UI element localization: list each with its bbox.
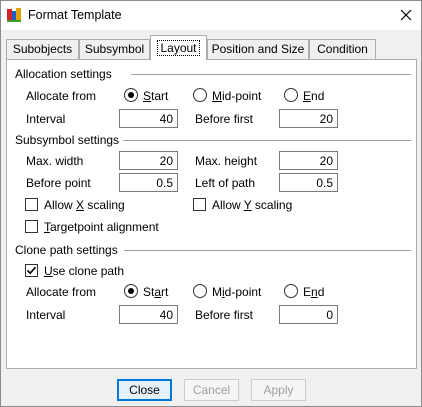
interval-label: Interval [26,112,66,126]
left-of-path-label: Left of path [195,176,256,190]
tab-bar: Subobjects Subsymbol Layout Position and… [6,35,416,60]
before-point-input[interactable] [119,173,178,192]
interval-input[interactable] [119,109,178,128]
clone-start-radio[interactable] [124,284,138,298]
tab-label: Layout [157,40,200,56]
checkmark-icon [26,266,37,275]
before-point-label: Before point [26,176,91,190]
close-icon[interactable] [393,3,419,27]
max-height-label: Max. height [195,154,258,168]
clone-midpoint-label[interactable]: Mid-point [212,285,261,299]
left-of-path-input[interactable] [279,173,338,192]
section-divider [124,250,411,251]
allow-x-scaling-checkbox[interactable] [25,198,38,211]
allocation-start-radio[interactable] [124,88,138,102]
tab-label: Position and Size [211,42,305,56]
allocation-end-radio[interactable] [284,88,298,102]
format-template-dialog: Format Template Subobjects Subsymbol Lay… [0,0,422,407]
allocate-from-label: Allocate from [26,89,97,103]
allow-x-scaling-label[interactable]: Allow X scaling [44,198,125,212]
max-width-label: Max. width [26,154,84,168]
clone-interval-input[interactable] [119,305,178,324]
targetpoint-alignment-checkbox[interactable] [25,220,38,233]
use-clone-path-label[interactable]: Use clone path [44,264,124,278]
tab-position-and-size[interactable]: Position and Size [207,39,309,59]
tab-label: Condition [317,42,368,56]
close-button[interactable]: Close [117,379,172,401]
allocation-end-label[interactable]: End [303,89,324,103]
layout-panel: Allocation settings Allocate from Start … [6,59,417,369]
allow-y-scaling-checkbox[interactable] [193,198,206,211]
clone-allocate-from-label: Allocate from [26,285,97,299]
allow-y-scaling-label[interactable]: Allow Y scaling [212,198,292,212]
clone-path-settings-title: Clone path settings [15,243,118,257]
before-first-input[interactable] [279,109,338,128]
clone-start-label[interactable]: Start [143,285,168,299]
clone-before-first-input[interactable] [279,305,338,324]
section-divider [131,74,411,75]
app-icon [6,7,22,23]
title-bar: Format Template [1,1,421,30]
allocation-settings-title: Allocation settings [15,67,112,81]
max-width-input[interactable] [119,151,178,170]
section-divider [123,140,411,141]
max-height-input[interactable] [279,151,338,170]
before-first-label: Before first [195,112,254,126]
allocation-midpoint-label[interactable]: Mid-point [212,89,261,103]
cancel-button[interactable]: Cancel [184,379,239,401]
tab-condition[interactable]: Condition [309,39,376,59]
clone-before-first-label: Before first [195,308,254,322]
subsymbol-settings-title: Subsymbol settings [15,133,120,147]
tab-label: Subsymbol [84,42,145,56]
clone-midpoint-radio[interactable] [193,284,207,298]
allocation-start-label[interactable]: Start [143,89,168,103]
tab-subobjects[interactable]: Subobjects [6,39,79,59]
apply-button[interactable]: Apply [251,379,306,401]
clone-end-radio[interactable] [284,284,298,298]
tab-subsymbol[interactable]: Subsymbol [79,39,150,59]
allocation-midpoint-radio[interactable] [193,88,207,102]
targetpoint-alignment-label[interactable]: Targetpoint alignment [44,220,159,234]
tab-layout[interactable]: Layout [150,35,207,60]
clone-interval-label: Interval [26,308,66,322]
tab-label: Subobjects [12,42,73,56]
clone-end-label[interactable]: End [303,285,324,299]
use-clone-path-checkbox[interactable] [25,264,38,277]
window-title: Format Template [28,8,122,22]
